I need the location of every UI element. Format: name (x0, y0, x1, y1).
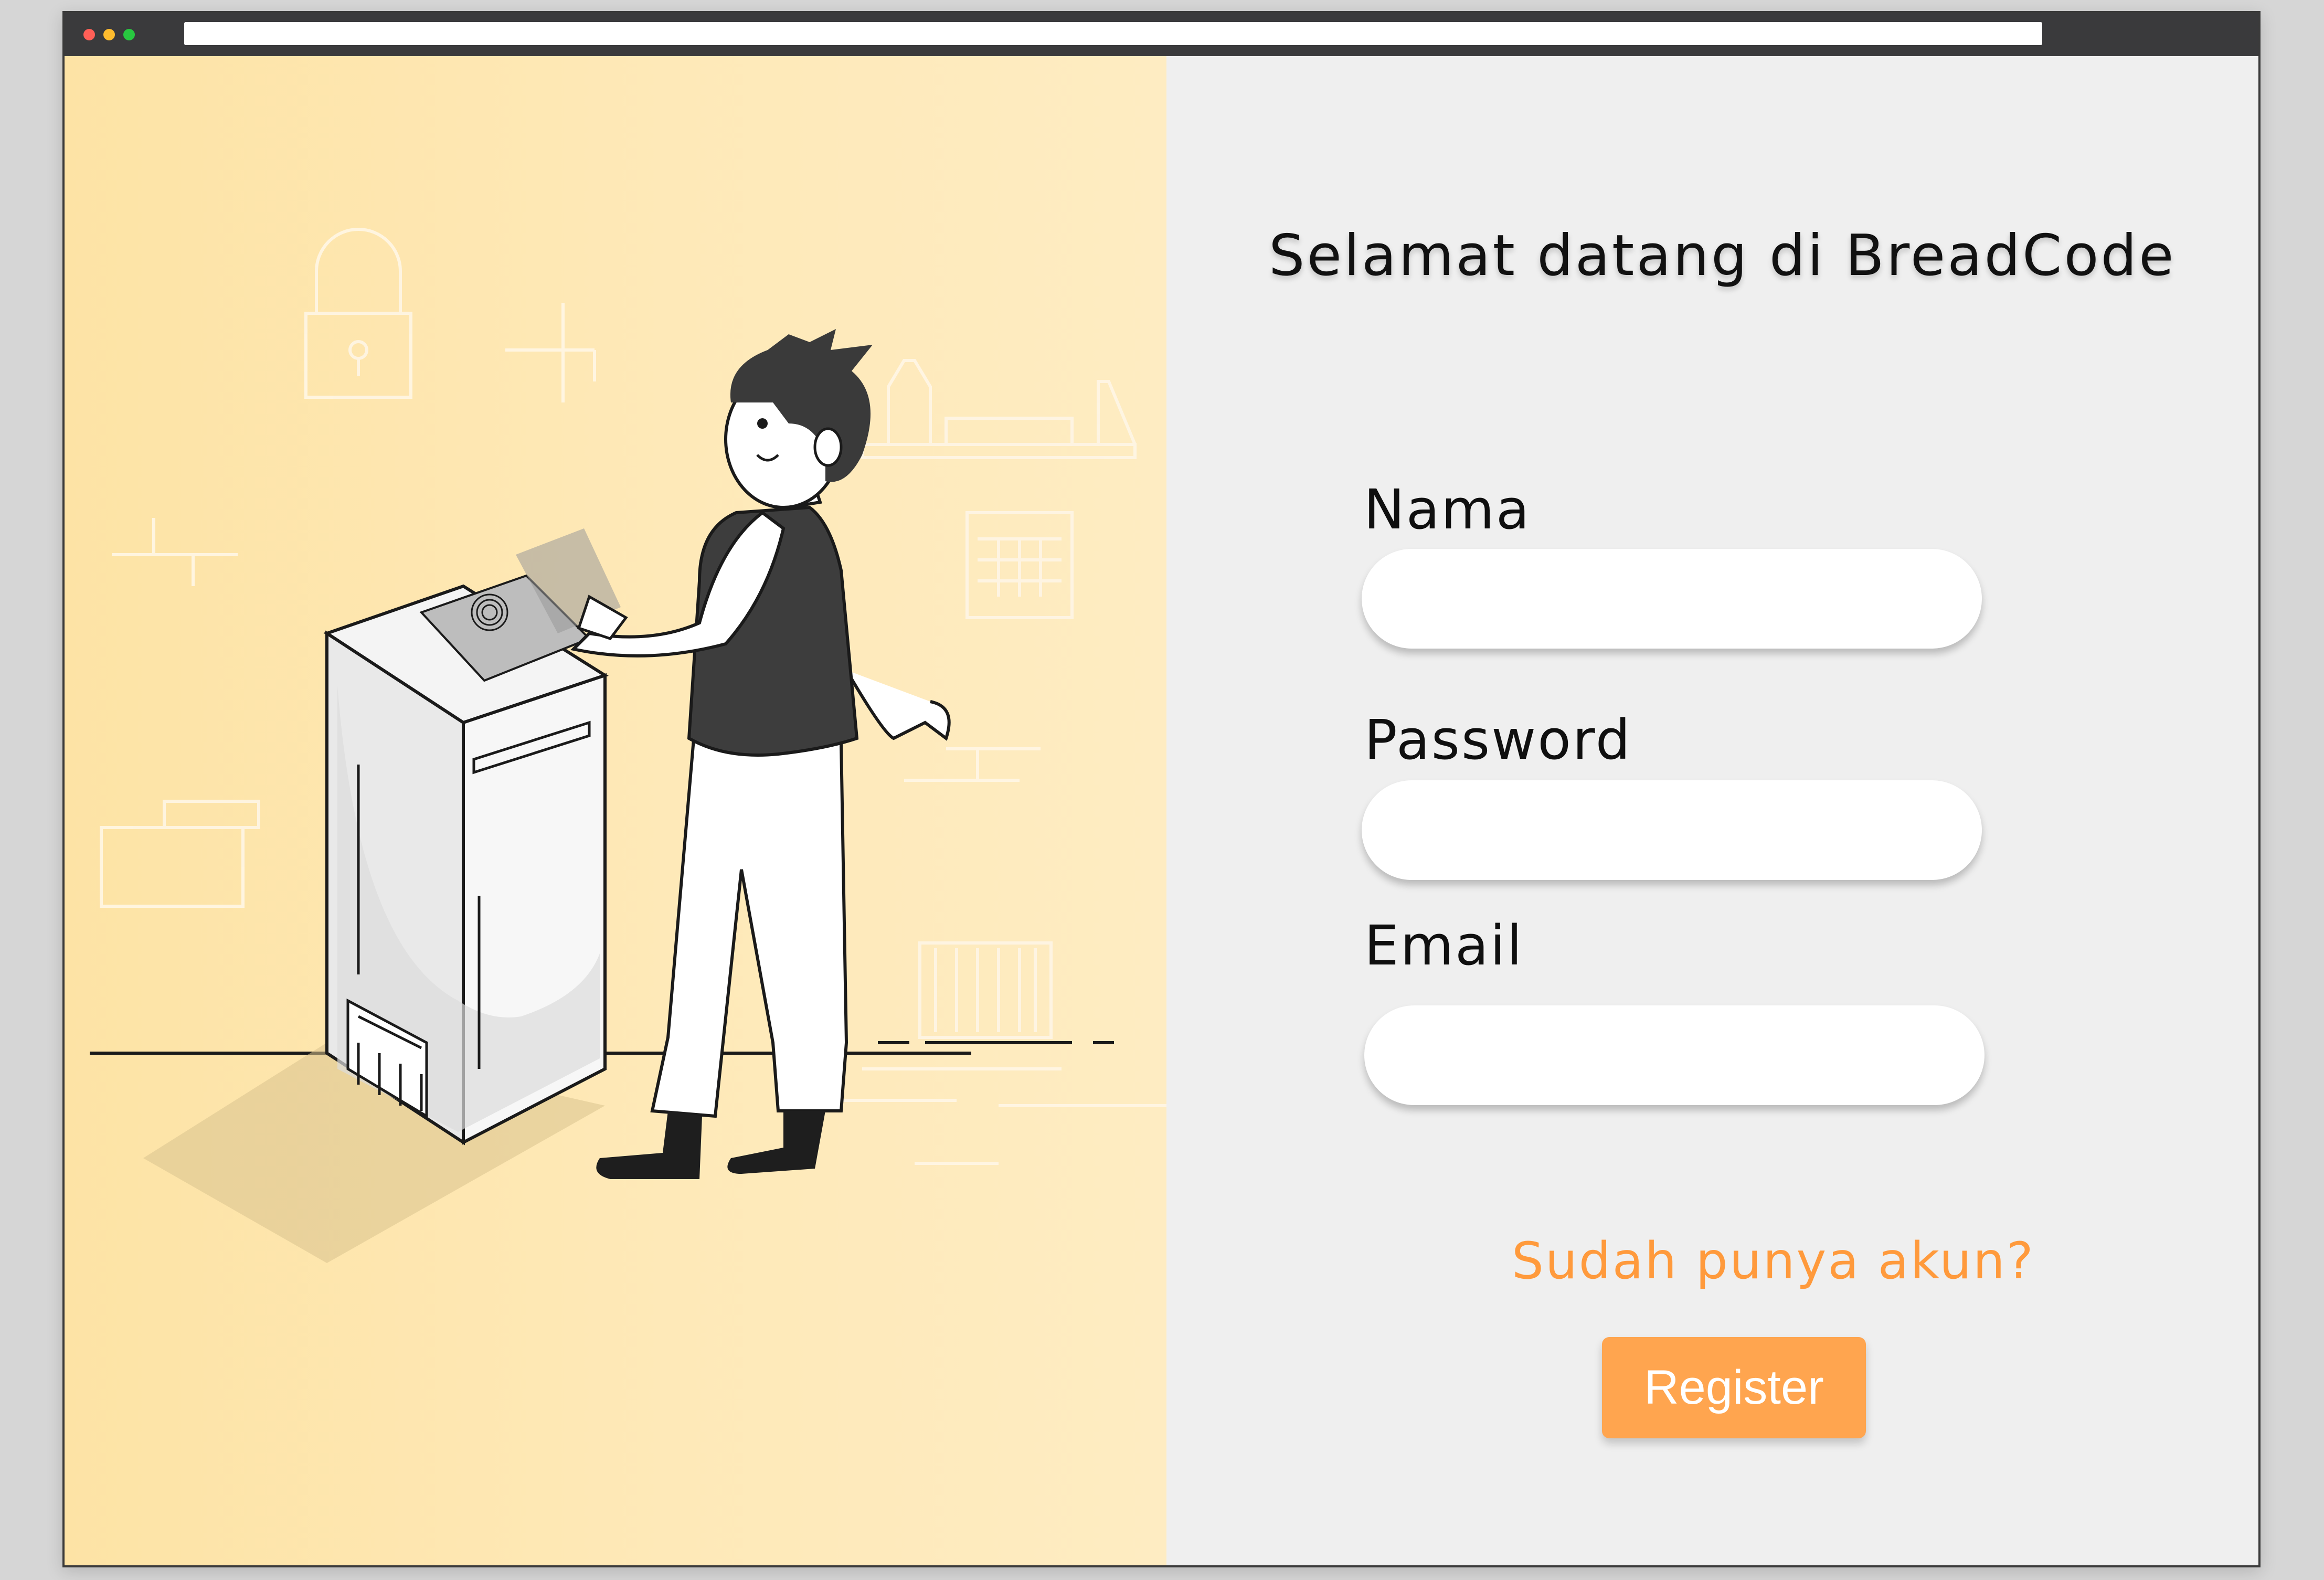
name-input[interactable] (1362, 549, 1982, 649)
fingerprint-kiosk-illustration (90, 228, 1166, 1263)
login-link[interactable]: Sudah punya akun? (1512, 1232, 2035, 1290)
close-window-button[interactable] (83, 29, 95, 40)
password-input[interactable] (1362, 780, 1982, 880)
browser-titlebar (65, 13, 2258, 56)
shelf-icon (861, 359, 1137, 459)
minimize-window-button[interactable] (103, 29, 115, 40)
maximize-window-button[interactable] (123, 29, 135, 40)
browser-window: Selamat datang di BreadCode Nama Passwor… (62, 11, 2261, 1567)
padlock-icon (304, 228, 412, 399)
password-label: Password (1364, 708, 1632, 772)
name-label: Nama (1364, 478, 1531, 542)
email-input[interactable] (1364, 1005, 1985, 1105)
welcome-title: Selamat datang di BreadCode (1269, 223, 2176, 289)
register-button[interactable]: Register (1602, 1337, 1866, 1438)
kiosk-icon (323, 528, 621, 1146)
email-label: Email (1364, 914, 1524, 978)
illustration-panel (65, 56, 1166, 1565)
calendar-icon (965, 511, 1074, 619)
address-bar[interactable] (184, 22, 2042, 45)
